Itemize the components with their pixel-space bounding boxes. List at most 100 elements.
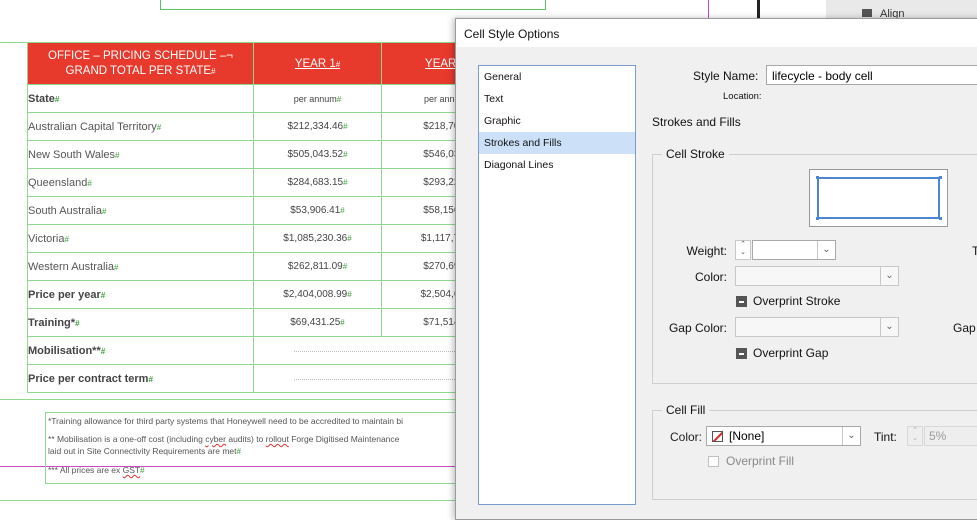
table-row: Western Australia# $262,811.09# $270,695.: [27, 252, 510, 281]
row-label-cell[interactable]: Price per contract term#: [27, 364, 254, 393]
year1-cell[interactable]: $505,043.52#: [253, 140, 382, 169]
category-graphic[interactable]: Graphic: [479, 110, 635, 132]
overprint-gap-checkbox[interactable]: [736, 348, 747, 359]
align-icon[interactable]: [862, 9, 872, 17]
table-header-cell[interactable]: YEAR 1#: [253, 42, 382, 85]
cell-value: $2,404,008.99: [283, 289, 348, 300]
text-frame-top: [160, 0, 546, 10]
table-row: South Australia# $53,906.41# $58,156.5: [27, 196, 510, 225]
year1-cell[interactable]: $284,683.15#: [253, 168, 382, 197]
page-edge: [757, 0, 760, 20]
cell-style-options-dialog: Cell Style Options General Text Graphic …: [455, 18, 977, 520]
row-label: Price per contract term: [28, 372, 149, 385]
right-panel: Align: [826, 0, 977, 20]
row-label-cell[interactable]: Queensland#: [27, 168, 254, 197]
row-label-cell[interactable]: Victoria#: [27, 224, 254, 253]
stroke-color-dropdown[interactable]: ⌄: [735, 266, 899, 286]
year1-cell[interactable]: $53,906.41#: [253, 196, 382, 225]
stroke-proxy-preview[interactable]: [809, 169, 948, 227]
gap-color-label: Gap Color:: [668, 321, 727, 335]
fill-color-dropdown[interactable]: [None] ⌄: [706, 426, 861, 446]
proxy-handle: [939, 217, 942, 220]
table-row: State# per annum# per annum: [27, 84, 510, 113]
type-label: T: [972, 244, 977, 258]
table-row: Victoria# $1,085,230.36# $1,117,787: [27, 224, 510, 253]
category-strokes-and-fills[interactable]: Strokes and Fills: [479, 132, 635, 154]
cell-value: $212,334.46: [287, 121, 344, 132]
cell-value: $53,906.41: [290, 205, 341, 216]
cell-fill-group: [652, 410, 977, 500]
row-label-cell[interactable]: Western Australia#: [27, 252, 254, 281]
table-row: Price per year# $2,404,008.99# $2,504,606: [27, 280, 510, 309]
year1-cell[interactable]: $262,811.09#: [253, 252, 382, 281]
fill-color-label: Color:: [669, 430, 702, 444]
year1-cell[interactable]: per annum#: [253, 84, 382, 113]
footnote-training: *Training allowance for third party syst…: [48, 416, 403, 426]
row-label-cell[interactable]: Australian Capital Territory#: [27, 112, 254, 141]
row-label-cell[interactable]: Training*#: [27, 308, 254, 337]
proxy-handle: [816, 176, 819, 179]
row-label: Price per year: [28, 288, 101, 301]
tint-field[interactable]: 5%: [924, 426, 977, 446]
footnotes-frame[interactable]: *Training allowance for third party syst…: [45, 412, 467, 484]
overprint-fill-label: Overprint Fill: [726, 454, 795, 468]
tint-label: Tint:: [874, 430, 897, 444]
location-label: Location:: [723, 91, 762, 102]
row-label-cell[interactable]: New South Wales#: [27, 140, 254, 169]
proxy-handle: [939, 176, 942, 179]
stroke-color-label: Color:: [694, 270, 727, 284]
weight-dropdown[interactable]: ⌄: [752, 240, 836, 260]
style-name-label: Style Name:: [693, 69, 759, 83]
chevron-down-icon: ⌄: [880, 318, 898, 336]
gap-color-dropdown[interactable]: ⌄: [735, 317, 899, 337]
year1-cell[interactable]: $2,404,008.99#: [253, 280, 382, 309]
fill-color-value: [None]: [729, 429, 765, 443]
overprint-stroke-checkbox[interactable]: [736, 296, 747, 307]
year1-cell[interactable]: $1,085,230.36#: [253, 224, 382, 253]
row-label-cell[interactable]: Mobilisation**#: [27, 336, 254, 365]
row-label: State: [28, 92, 55, 105]
gap-tint-label: Gap: [953, 321, 976, 335]
chevron-down-icon: ⌄: [817, 241, 835, 259]
cell-value: $69,431.25: [290, 317, 341, 328]
dialog-title: Cell Style Options: [464, 27, 560, 41]
category-list: General Text Graphic Strokes and Fills D…: [478, 65, 636, 505]
cell-value: $505,043.52: [287, 149, 344, 160]
cell-value: $262,811.09: [287, 261, 343, 272]
row-label: Mobilisation**: [28, 344, 101, 357]
table-row: Price per contract term#: [27, 364, 510, 393]
style-name-input[interactable]: lifecycle - body cell: [766, 65, 977, 85]
pricing-table: OFFICE – PRICING SCHEDULE –¬ GRAND TOTAL…: [27, 42, 510, 393]
chevron-down-icon: ⌄: [842, 427, 860, 445]
row-label-cell[interactable]: South Australia#: [27, 196, 254, 225]
category-diagonal-lines[interactable]: Diagonal Lines: [479, 154, 635, 176]
table-row: New South Wales# $505,043.52# $546,039.: [27, 140, 510, 169]
row-label: Western Australia: [28, 260, 115, 273]
guide-line: [0, 500, 455, 501]
overprint-stroke-label: Overprint Stroke: [753, 294, 841, 308]
row-label-cell[interactable]: Price per year#: [27, 280, 254, 309]
overprint-fill-checkbox[interactable]: [708, 456, 719, 467]
weight-stepper[interactable]: ⌃ ⌄: [735, 240, 751, 260]
cell-fill-legend: Cell Fill: [662, 403, 710, 417]
row-label: Training*: [28, 316, 76, 329]
category-text[interactable]: Text: [479, 88, 635, 110]
row-label-cell[interactable]: State#: [27, 84, 254, 113]
guide-line: [0, 399, 455, 400]
dialog-titlebar[interactable]: Cell Style Options: [456, 19, 977, 47]
table-header-row: OFFICE – PRICING SCHEDULE –¬ GRAND TOTAL…: [27, 42, 510, 85]
stroke-proxy-frame[interactable]: [817, 177, 940, 219]
footnote-gst: *** All prices are ex GST#: [48, 465, 145, 475]
margin-guide: [708, 0, 709, 20]
tint-stepper[interactable]: ⌃ ⌄: [907, 426, 923, 446]
year1-cell[interactable]: $69,431.25#: [253, 308, 382, 337]
table-header-cell[interactable]: OFFICE – PRICING SCHEDULE –¬ GRAND TOTAL…: [27, 42, 254, 85]
table-row: Queensland# $284,683.15# $293,223.: [27, 168, 510, 197]
category-general[interactable]: General: [479, 66, 635, 88]
year1-cell[interactable]: $212,334.46#: [253, 112, 382, 141]
header-line-1: OFFICE – PRICING SCHEDULE –¬: [48, 49, 233, 62]
row-label: South Australia: [28, 204, 103, 217]
table-row: Training*# $69,431.25# $71,514.1: [27, 308, 510, 337]
cell-value: $1,085,230.36: [283, 233, 348, 244]
cell-value: per annum: [293, 93, 337, 104]
